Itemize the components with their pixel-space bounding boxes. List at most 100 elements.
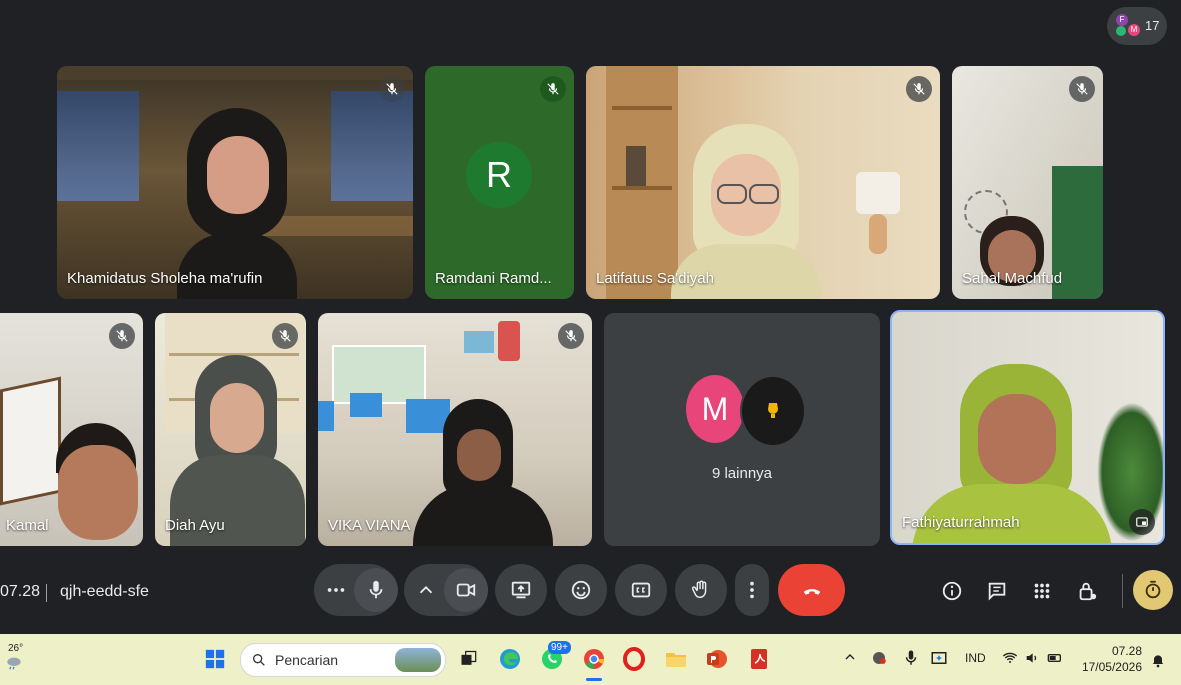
raise-hand-button[interactable] xyxy=(675,564,727,616)
chrome-app[interactable] xyxy=(580,645,608,673)
chat-button[interactable] xyxy=(982,576,1012,606)
camera-icon xyxy=(456,583,476,597)
weather-temp: 26° xyxy=(8,643,24,654)
participant-tile[interactable]: Latifatus Sa'diyah xyxy=(586,66,940,299)
muted-indicator xyxy=(109,323,135,349)
tray-app-icon[interactable] xyxy=(870,649,888,670)
apps-grid-icon xyxy=(1034,583,1050,599)
search-highlight-image xyxy=(395,648,441,672)
divider xyxy=(46,584,47,602)
participant-name: Kamal xyxy=(6,517,49,534)
mic-group xyxy=(314,564,398,616)
language-indicator[interactable]: IND xyxy=(965,651,986,665)
screen-capture-icon xyxy=(931,652,947,664)
notification-badge: 99+ xyxy=(548,641,571,654)
clock[interactable]: 07.28 17/05/2026 xyxy=(1078,644,1142,674)
muted-indicator xyxy=(540,76,566,102)
pin-button[interactable] xyxy=(1129,509,1155,535)
mic-off-icon xyxy=(1076,83,1088,95)
participant-tile[interactable]: VIKA VIANA xyxy=(318,313,592,546)
leave-call-button[interactable] xyxy=(778,564,845,616)
participant-video xyxy=(413,399,553,546)
participant-tile[interactable]: R Ramdani Ramd... xyxy=(425,66,574,299)
powerpoint-app[interactable] xyxy=(703,645,731,673)
activities-button[interactable] xyxy=(1027,576,1057,606)
clock-time: 07.28 xyxy=(1111,644,1142,658)
clock-date: 17/05/2026 xyxy=(1081,660,1142,674)
weather-icon xyxy=(7,657,21,670)
participant-tile[interactable]: Khamidatus Sholeha ma'rufin xyxy=(57,66,413,299)
participant-name: Fathiyaturrahmah xyxy=(902,514,1020,531)
participant-count-pill[interactable]: F M 17 xyxy=(1107,7,1167,45)
whatsapp-app[interactable]: 99+ xyxy=(538,641,571,673)
chat-icon xyxy=(988,582,1006,601)
participant-name: VIKA VIANA xyxy=(328,517,411,534)
picture-in-picture-icon xyxy=(1136,517,1148,527)
captions-button[interactable] xyxy=(615,564,667,616)
security-icon xyxy=(873,652,886,664)
file-explorer-app[interactable] xyxy=(662,645,690,673)
avatar: M xyxy=(686,375,744,443)
timer-button[interactable] xyxy=(1133,570,1173,610)
participant-tile[interactable]: Kamal xyxy=(0,313,143,546)
participant-tile[interactable]: Diah Ayu xyxy=(155,313,306,546)
network-volume-battery[interactable] xyxy=(1002,650,1068,668)
taskbar-search[interactable]: Pencarian xyxy=(240,643,446,677)
participant-tile-selected[interactable]: Fathiyaturrahmah xyxy=(890,310,1165,545)
meeting-code[interactable]: qjh-eedd-sfe xyxy=(60,583,149,601)
captions-icon xyxy=(631,582,651,598)
task-view-button[interactable] xyxy=(455,645,483,673)
avatar xyxy=(1116,26,1126,36)
participant-tile[interactable]: Sahal Machfud xyxy=(952,66,1103,299)
phone-hangup-icon xyxy=(803,589,820,595)
meeting-info-button[interactable] xyxy=(937,576,967,606)
more-options-button[interactable] xyxy=(322,576,350,604)
edge-icon xyxy=(500,649,520,669)
battery-icon xyxy=(1047,654,1061,662)
avatar: R xyxy=(466,142,532,208)
mic-off-icon xyxy=(116,330,128,342)
folder-icon xyxy=(666,653,686,667)
bell-icon xyxy=(1152,655,1164,668)
more-horizontal-icon xyxy=(327,588,345,592)
pdf-app[interactable] xyxy=(745,645,773,673)
reactions-button[interactable] xyxy=(555,564,607,616)
participant-video xyxy=(50,423,143,546)
present-screen-icon xyxy=(511,581,531,599)
meeting-time: 07.28 xyxy=(0,583,41,600)
start-button[interactable] xyxy=(201,645,229,673)
tray-microphone[interactable] xyxy=(902,649,920,670)
pdf-icon xyxy=(751,649,767,669)
hand-icon xyxy=(691,580,707,599)
muted-indicator xyxy=(906,76,932,102)
host-controls-button[interactable] xyxy=(1072,576,1102,606)
tray-capture[interactable] xyxy=(930,649,948,670)
opera-icon xyxy=(623,647,645,671)
chevron-up-icon xyxy=(419,585,433,594)
participant-name: Sahal Machfud xyxy=(962,270,1063,287)
present-button[interactable] xyxy=(495,564,547,616)
participant-count: 17 xyxy=(1145,18,1160,33)
chevron-up-icon xyxy=(845,654,855,660)
participant-name: Khamidatus Sholeha ma'rufin xyxy=(67,270,263,287)
camera-button[interactable] xyxy=(444,568,488,612)
participant-name: Diah Ayu xyxy=(165,517,225,534)
task-view-icon xyxy=(461,650,477,665)
microphone-button[interactable] xyxy=(354,568,398,612)
show-hidden-icons-button[interactable] xyxy=(842,649,858,668)
camera-options-button[interactable] xyxy=(412,576,440,604)
timer-icon xyxy=(1145,580,1161,599)
avatar: M xyxy=(1128,24,1140,36)
muted-indicator xyxy=(558,323,584,349)
opera-app[interactable] xyxy=(620,645,648,673)
weather-widget[interactable]: 26° xyxy=(4,641,34,675)
participant-name: Ramdani Ramd... xyxy=(435,270,552,287)
mic-off-icon xyxy=(386,83,398,95)
others-tile[interactable]: M 9 lainnya xyxy=(604,313,880,546)
edge-app[interactable] xyxy=(496,645,524,673)
more-button[interactable] xyxy=(735,564,769,616)
mic-off-icon xyxy=(913,83,925,95)
notifications-button[interactable] xyxy=(1150,652,1166,671)
muted-indicator xyxy=(1069,76,1095,102)
info-icon xyxy=(942,581,962,601)
